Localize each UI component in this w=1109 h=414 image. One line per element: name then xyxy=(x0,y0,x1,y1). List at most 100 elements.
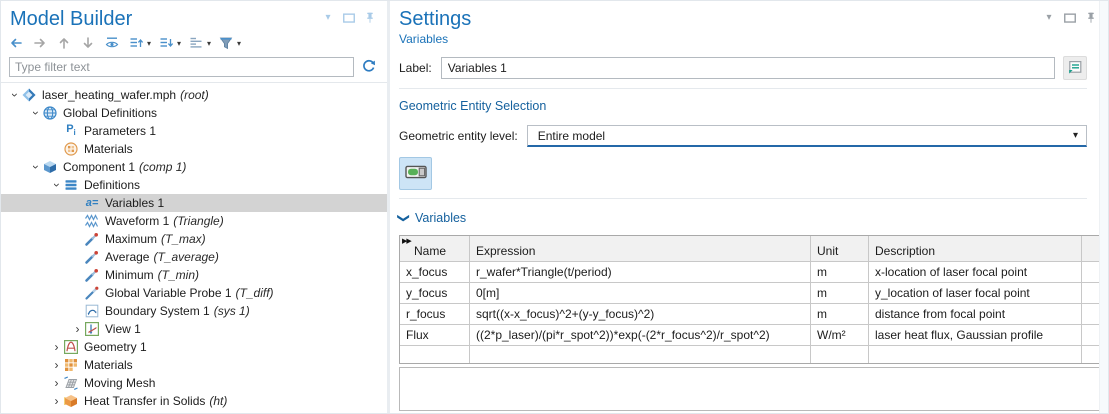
cell-name[interactable]: x_focus xyxy=(400,262,469,282)
cell-description[interactable]: y_location of laser focal point xyxy=(868,283,1081,303)
cell-unit[interactable]: m xyxy=(810,262,868,282)
cell-unit[interactable]: m xyxy=(810,283,868,303)
chevron-down-icon[interactable]: › xyxy=(8,86,21,104)
filter-input[interactable] xyxy=(9,57,354,77)
move-up-arrow-button[interactable] xyxy=(54,34,75,53)
caret-down-icon: ▾ xyxy=(237,39,241,48)
float-icon[interactable] xyxy=(342,11,356,25)
active-toggle-icon xyxy=(405,165,427,182)
tree-item-boundary-system-1[interactable]: Boundary System 1(sys 1) xyxy=(1,302,387,320)
cell-expression[interactable]: r_wafer*Triangle(t/period) xyxy=(469,262,810,282)
tree-item-view-1[interactable]: ›View 1 xyxy=(1,320,387,338)
collapse-all-button[interactable]: ▾ xyxy=(126,34,153,53)
tree-item-materials[interactable]: ›Materials xyxy=(1,356,387,374)
label-input[interactable] xyxy=(441,57,1055,79)
geometric-entity-selection-heading: Geometric Entity Selection xyxy=(399,99,1087,113)
chevron-down-icon[interactable]: › xyxy=(29,158,42,176)
tree-item-component-1[interactable]: ›Component 1(comp 1) xyxy=(1,158,387,176)
tree-item-global-definitions[interactable]: ›Global Definitions xyxy=(1,104,387,122)
tree-item-geometry-1[interactable]: › Geometry 1 xyxy=(1,338,387,356)
tree-item-variables-1[interactable]: a=Variables 1 xyxy=(1,194,387,212)
table-row: x_focusr_wafer*Triangle(t/period)mx-loca… xyxy=(400,261,1099,282)
cell-expression[interactable] xyxy=(469,346,810,363)
cell-name[interactable]: r_focus xyxy=(400,304,469,324)
cell-name[interactable]: Flux xyxy=(400,325,469,345)
node-text-button[interactable]: ▾ xyxy=(186,34,213,53)
chevron-right-icon[interactable]: › xyxy=(50,374,63,392)
expand-all-button[interactable]: ▾ xyxy=(156,34,183,53)
geometric-entity-level-select[interactable]: Entire model ▾ xyxy=(527,125,1087,147)
tree-item-heat-transfer-in-solids[interactable]: ›Heat Transfer in Solids(ht) xyxy=(1,392,387,410)
dropdown-caret-icon[interactable]: ▾ xyxy=(321,11,335,25)
cell-unit[interactable] xyxy=(810,346,868,363)
scrollbar[interactable] xyxy=(1099,1,1108,413)
tree-item-definitions[interactable]: ›Definitions xyxy=(1,176,387,194)
float-icon[interactable] xyxy=(1063,11,1077,25)
cell-unit[interactable]: W/m² xyxy=(810,325,868,345)
cell-description[interactable]: distance from focal point xyxy=(868,304,1081,324)
column-header-label: Description xyxy=(875,244,935,258)
tree-item-label: Materials xyxy=(84,142,133,156)
tree-item-global-variable-probe-1[interactable]: Global Variable Probe 1(T_diff) xyxy=(1,284,387,302)
tree-item-label: Parameters 1 xyxy=(84,124,156,138)
filter-button[interactable]: ▾ xyxy=(216,34,243,53)
variables-table-empty-area[interactable] xyxy=(399,367,1100,411)
cell-extra[interactable] xyxy=(1081,346,1099,363)
chevron-right-icon[interactable]: › xyxy=(50,356,63,374)
cell-extra[interactable] xyxy=(1081,262,1099,282)
tree-item-label: laser_heating_wafer.mph xyxy=(42,88,176,102)
dropdown-caret-icon[interactable]: ▾ xyxy=(1042,11,1056,25)
cell-unit[interactable]: m xyxy=(810,304,868,324)
forward-arrow-button[interactable] xyxy=(30,34,51,53)
cell-description[interactable]: x-location of laser focal point xyxy=(868,262,1081,282)
cell-extra[interactable] xyxy=(1081,325,1099,345)
geometric-entity-level-label: Geometric entity level: xyxy=(399,129,518,143)
tree-item-waveform-1[interactable]: Waveform 1(Triangle) xyxy=(1,212,387,230)
variables-section-header[interactable]: ❯ Variables xyxy=(399,211,1087,225)
cell-name[interactable] xyxy=(400,346,469,363)
chevron-down-icon[interactable]: › xyxy=(50,176,63,194)
chevron-right-icon[interactable]: › xyxy=(50,392,63,410)
geometry-icon xyxy=(63,339,79,355)
tree-item-materials[interactable]: Materials xyxy=(1,140,387,158)
materials-node-icon xyxy=(63,141,79,157)
tree-item-parameters-1[interactable]: Pi Parameters 1 xyxy=(1,122,387,140)
tree-item-label: Geometry 1 xyxy=(84,340,147,354)
tree-item-moving-mesh[interactable]: ›Moving Mesh xyxy=(1,374,387,392)
tree-item-maximum[interactable]: Maximum(T_max) xyxy=(1,230,387,248)
waveform-icon xyxy=(84,213,100,229)
cell-expression[interactable]: sqrt((x-x_focus)^2+(y-y_focus)^2) xyxy=(469,304,810,324)
chevron-right-icon[interactable]: › xyxy=(71,320,84,338)
document-edit-icon xyxy=(1067,59,1083,78)
cell-description[interactable]: laser heat flux, Gaussian profile xyxy=(868,325,1081,345)
show-eye-button[interactable] xyxy=(102,34,123,53)
active-selection-toggle-button[interactable] xyxy=(399,157,432,190)
node-text-icon xyxy=(188,35,205,52)
back-arrow-button[interactable] xyxy=(6,34,27,53)
column-header-description: Description xyxy=(868,236,1081,261)
move-down-arrow-button[interactable] xyxy=(78,34,99,53)
tree-item-laser-heating-wafer-mph[interactable]: ›laser_heating_wafer.mph(root) xyxy=(1,86,387,104)
chevron-down-icon[interactable]: › xyxy=(29,104,42,122)
cell-description[interactable] xyxy=(868,346,1081,363)
refresh-icon[interactable] xyxy=(361,58,379,76)
parameters-icon: Pi xyxy=(63,123,79,139)
cell-extra[interactable] xyxy=(1081,304,1099,324)
tree-item-label: Waveform 1 xyxy=(105,214,169,228)
column-header-expression: Expression xyxy=(469,236,810,261)
pin-icon[interactable] xyxy=(363,11,377,25)
cell-expression[interactable]: ((2*p_laser)/(pi*r_spot^2))*exp(-(2*r_fo… xyxy=(469,325,810,345)
cell-expression[interactable]: 0[m] xyxy=(469,283,810,303)
tree-item-average[interactable]: Average(T_average) xyxy=(1,248,387,266)
tree-item-minimum[interactable]: Minimum(T_min) xyxy=(1,266,387,284)
rename-label-button[interactable] xyxy=(1063,56,1087,80)
chevron-right-icon[interactable]: › xyxy=(50,338,63,356)
caret-down-icon: ▾ xyxy=(207,39,211,48)
pin-icon[interactable] xyxy=(1084,11,1098,25)
cell-name[interactable]: y_focus xyxy=(400,283,469,303)
move-up-arrow-icon xyxy=(56,35,73,52)
cell-extra[interactable] xyxy=(1081,283,1099,303)
forward-arrow-icon xyxy=(32,35,49,52)
tree-item-tag: (T_average) xyxy=(153,250,218,264)
move-down-arrow-icon xyxy=(80,35,97,52)
